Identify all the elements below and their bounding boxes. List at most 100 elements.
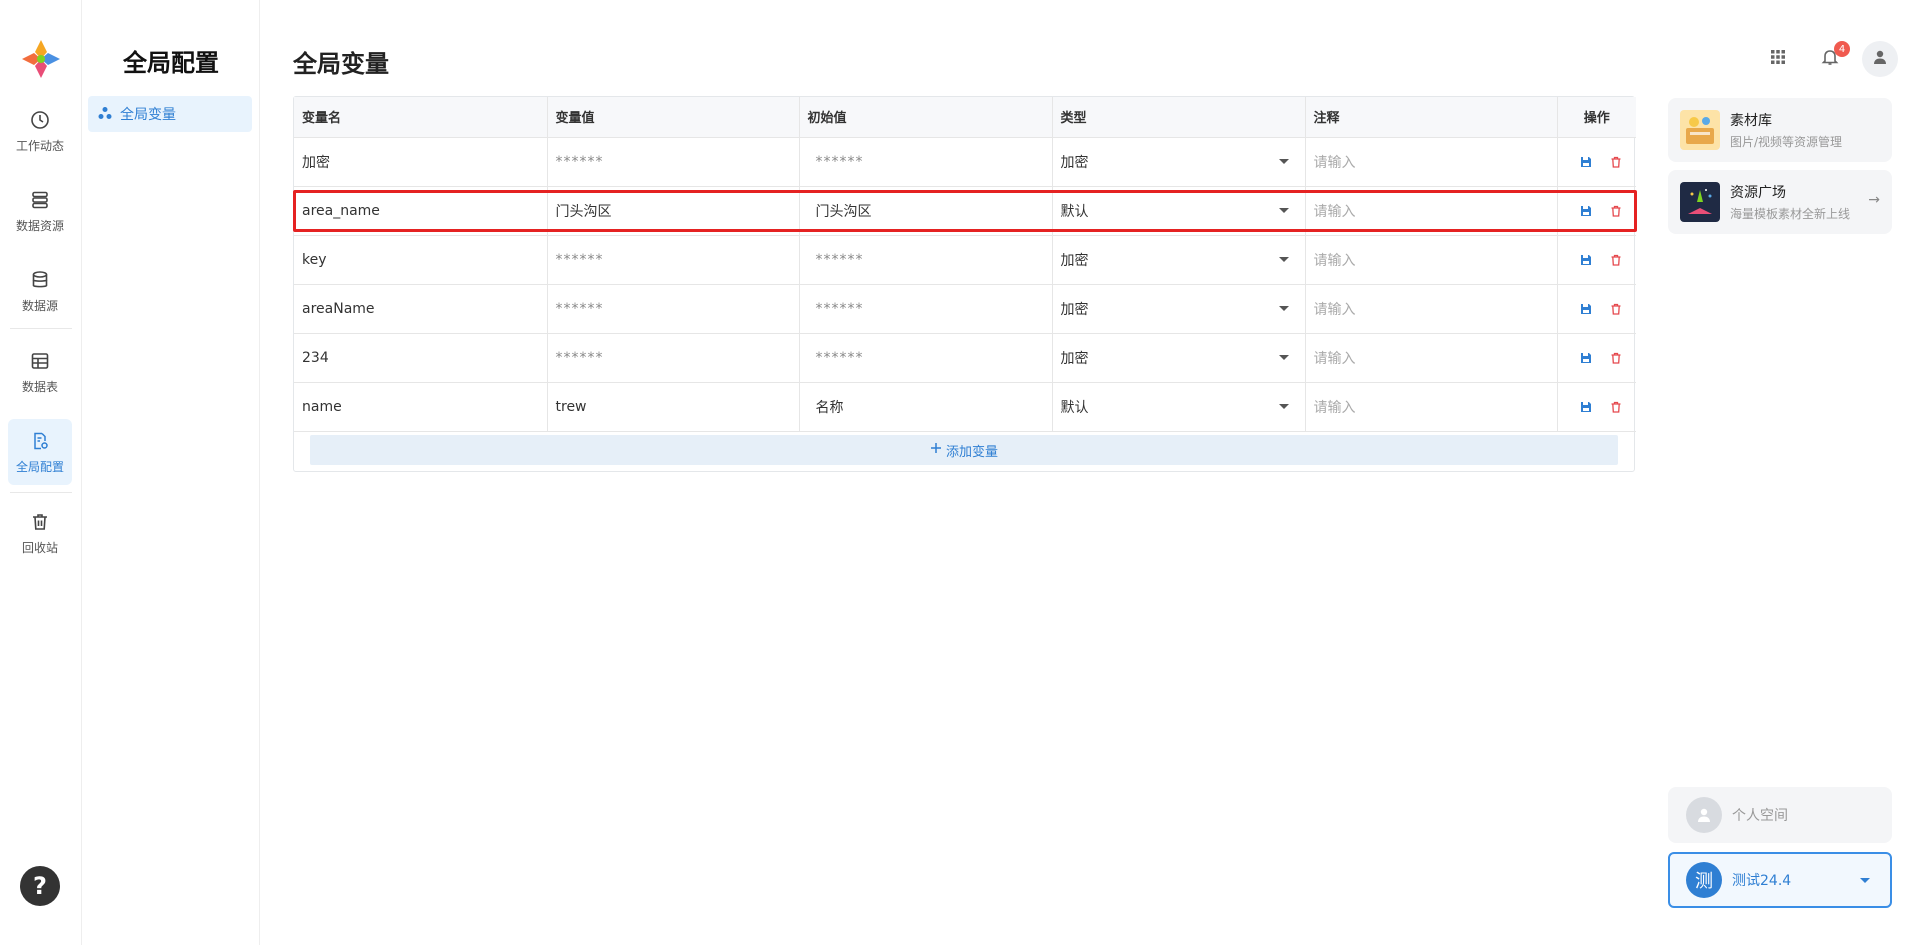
type-select[interactable]: 加密 [1052, 235, 1306, 285]
card-subtitle: 海量模板素材全新上线 [1730, 207, 1851, 221]
type-select[interactable]: 加密 [1052, 284, 1306, 334]
team-switcher[interactable]: 测 测试24.4 [1668, 852, 1892, 908]
help-button[interactable]: ? [20, 866, 60, 906]
table-row: 加密 ****** ****** 加密 请输入 [294, 137, 1636, 187]
save-icon[interactable] [1580, 254, 1592, 266]
note-placeholder: 请输入 [1313, 399, 1356, 416]
nodes-icon [98, 105, 112, 124]
apps-grid-button[interactable] [1764, 45, 1792, 73]
rail-item-recycle-bin[interactable]: 回收站 [8, 500, 72, 566]
delete-icon[interactable] [1610, 401, 1622, 413]
rail-item-label: 工作动态 [15, 138, 64, 153]
rail-item-data-table[interactable]: 数据表 [8, 339, 72, 405]
variable-name-input[interactable]: area_name [294, 186, 548, 236]
variable-value-input[interactable]: ****** [547, 284, 800, 334]
note-input[interactable]: 请输入 [1305, 333, 1558, 383]
chevron-down-icon [1278, 159, 1289, 164]
rail-item-data-resources[interactable]: 数据资源 [8, 178, 72, 244]
rail-item-work-activity[interactable]: 工作动态 [8, 98, 72, 164]
notifications-button[interactable]: 4 [1816, 41, 1850, 73]
column-header: 变量名 [294, 97, 548, 138]
type-select-value: 默认 [1060, 203, 1089, 220]
delete-icon[interactable] [1610, 156, 1622, 168]
note-input[interactable]: 请输入 [1305, 137, 1558, 187]
subnav-title: 全局配置 [123, 49, 219, 77]
card-subtitle: 图片/视频等资源管理 [1730, 135, 1843, 149]
server-stack-icon [29, 189, 51, 211]
column-header: 变量值 [547, 97, 800, 138]
variables-table: 变量名 变量值 初始值 类型 注释 操作 加密 ****** ****** 加密… [293, 96, 1636, 472]
page-title: 全局变量 [293, 50, 389, 78]
material-library-card[interactable]: 素材库 图片/视频等资源管理 [1668, 98, 1892, 162]
resource-plaza-card[interactable]: 资源广场 海量模板素材全新上线 → [1668, 170, 1892, 234]
rail-item-label: 数据表 [21, 379, 58, 394]
save-icon[interactable] [1580, 156, 1592, 168]
table-header-row: 变量名 变量值 初始值 类型 注释 操作 [294, 97, 1636, 138]
variable-name-input[interactable]: 加密 [294, 137, 548, 187]
subnav-item-global-variables[interactable]: 全局变量 [88, 96, 252, 132]
app-logo[interactable] [20, 38, 62, 80]
initial-value-input[interactable]: ****** [799, 137, 1053, 187]
type-select-value: 加密 [1060, 301, 1089, 318]
type-select-value: 加密 [1060, 350, 1089, 367]
variable-value-input[interactable]: 门头沟区 [547, 186, 800, 236]
initial-value-input[interactable]: ****** [799, 284, 1053, 334]
type-select-value: 默认 [1060, 399, 1089, 416]
variable-value-input[interactable]: trew [547, 382, 800, 432]
help-icon: ? [33, 872, 47, 900]
initial-value-input[interactable]: ****** [799, 235, 1053, 285]
personal-space-label: 个人空间 [1732, 808, 1788, 824]
row-actions [1557, 284, 1636, 334]
type-select[interactable]: 默认 [1052, 382, 1306, 432]
user-icon [1872, 49, 1888, 69]
rail-item-data-source[interactable]: 数据源 [8, 258, 72, 324]
initial-value-input[interactable]: ****** [799, 333, 1053, 383]
rail-divider [10, 492, 72, 493]
variable-name-input[interactable]: name [294, 382, 548, 432]
variable-name-input[interactable]: 234 [294, 333, 548, 383]
grid-icon [1770, 49, 1786, 69]
type-select-value: 加密 [1060, 252, 1089, 269]
variable-value-input[interactable]: ****** [547, 333, 800, 383]
personal-space-button[interactable]: 个人空间 [1668, 787, 1892, 843]
note-input[interactable]: 请输入 [1305, 235, 1558, 285]
note-placeholder: 请输入 [1313, 350, 1356, 367]
variable-value-input[interactable]: ****** [547, 137, 800, 187]
note-input[interactable]: 请输入 [1305, 284, 1558, 334]
table-icon [29, 350, 51, 372]
column-header: 操作 [1557, 97, 1636, 138]
table-row: area_name 门头沟区 门头沟区 默认 请输入 [294, 186, 1636, 236]
rail-item-global-config[interactable]: 全局配置 [8, 419, 72, 485]
save-icon[interactable] [1580, 401, 1592, 413]
type-select[interactable]: 加密 [1052, 137, 1306, 187]
clock-icon [29, 109, 51, 131]
initial-value-input[interactable]: 名称 [799, 382, 1053, 432]
type-select[interactable]: 默认 [1052, 186, 1306, 236]
add-variable-button[interactable]: 添加变量 [310, 435, 1618, 465]
delete-icon[interactable] [1610, 303, 1622, 315]
delete-icon[interactable] [1610, 205, 1622, 217]
team-avatar: 测 [1686, 862, 1722, 898]
table-row: name trew 名称 默认 请输入 [294, 382, 1636, 432]
rail-divider [10, 328, 72, 329]
note-input[interactable]: 请输入 [1305, 186, 1558, 236]
delete-icon[interactable] [1610, 254, 1622, 266]
notification-badge: 4 [1834, 41, 1850, 57]
save-icon[interactable] [1580, 205, 1592, 217]
type-select[interactable]: 加密 [1052, 333, 1306, 383]
type-select-value: 加密 [1060, 154, 1089, 171]
column-header: 注释 [1305, 97, 1558, 138]
sub-sidebar: 全局配置 全局变量 [82, 0, 260, 945]
save-icon[interactable] [1580, 303, 1592, 315]
delete-icon[interactable] [1610, 352, 1622, 364]
chevron-down-icon [1278, 404, 1289, 409]
note-input[interactable]: 请输入 [1305, 382, 1558, 432]
table-row: 234 ****** ****** 加密 请输入 [294, 333, 1636, 383]
initial-value-input[interactable]: 门头沟区 [799, 186, 1053, 236]
save-icon[interactable] [1580, 352, 1592, 364]
row-actions [1557, 235, 1636, 285]
variable-value-input[interactable]: ****** [547, 235, 800, 285]
user-avatar-button[interactable] [1862, 41, 1898, 77]
variable-name-input[interactable]: key [294, 235, 548, 285]
variable-name-input[interactable]: areaName [294, 284, 548, 334]
